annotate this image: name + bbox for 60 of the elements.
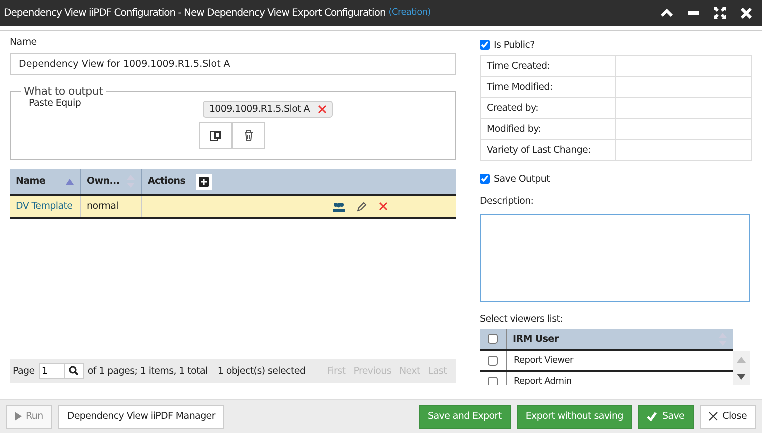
info-label: Time Created: bbox=[481, 56, 616, 76]
column-header[interactable]: Name bbox=[10, 169, 81, 194]
table-cell: normal bbox=[81, 196, 142, 217]
field-label: Paste Equip bbox=[29, 98, 82, 111]
page-label: Page bbox=[13, 366, 35, 376]
fullscreen-icon[interactable] bbox=[714, 7, 726, 19]
collapse-icon[interactable] bbox=[661, 8, 673, 18]
delete-button[interactable] bbox=[232, 122, 266, 149]
table-row[interactable]: DV Template normal bbox=[10, 196, 456, 219]
name-link[interactable]: DV Template bbox=[10, 196, 81, 217]
name-field[interactable]: Dependency View for 1009.1009.R1.5.Slot A bbox=[10, 53, 456, 75]
mode-label: (Creation) bbox=[388, 8, 431, 18]
close-icon bbox=[708, 412, 718, 421]
description-field[interactable] bbox=[480, 214, 750, 302]
group-legend: What to output bbox=[21, 85, 106, 98]
tag-text: 1009.1009.R1.5.Slot A bbox=[209, 104, 310, 115]
select-all-checkbox[interactable] bbox=[488, 334, 498, 344]
footer-button[interactable]: Close bbox=[700, 404, 756, 428]
checkmark-icon bbox=[647, 412, 658, 421]
page-field[interactable]: 1 bbox=[38, 363, 65, 379]
page-summary: of 1 pages; 1 items, 1 total bbox=[88, 366, 208, 376]
window-title: Dependency View iiPDF Configuration - New Dependency View Export Configuration bbox=[4, 8, 386, 18]
info-label: Time Modified: bbox=[481, 77, 616, 97]
close-icon[interactable] bbox=[741, 8, 752, 18]
table-cell-text: Report Admin bbox=[513, 376, 572, 385]
field-label: Name bbox=[10, 37, 38, 48]
remove-icon[interactable] bbox=[318, 105, 327, 114]
checkbox[interactable] bbox=[480, 174, 490, 184]
add-icon[interactable] bbox=[196, 174, 212, 190]
field-label: Select viewers list: bbox=[480, 314, 564, 325]
row-checkbox[interactable] bbox=[488, 376, 498, 385]
checkbox-label: Is Public? bbox=[494, 40, 535, 50]
users-icon[interactable] bbox=[333, 202, 345, 212]
paste-button[interactable] bbox=[199, 122, 232, 149]
column-header[interactable]: Actions bbox=[142, 169, 456, 194]
selection-count: 1 object(s) selected bbox=[218, 366, 306, 376]
edit-icon[interactable] bbox=[357, 202, 367, 212]
column-title: Own... bbox=[87, 176, 120, 187]
row-checkbox[interactable] bbox=[488, 356, 498, 366]
checkbox-label: Save Output bbox=[494, 174, 550, 184]
column-title: Name bbox=[16, 176, 46, 187]
scroll-down-icon[interactable] bbox=[737, 374, 746, 380]
checkbox[interactable] bbox=[480, 40, 490, 50]
paste-icon bbox=[210, 130, 222, 142]
search-button[interactable] bbox=[64, 363, 84, 379]
play-icon bbox=[15, 412, 22, 421]
scrollbar[interactable] bbox=[733, 351, 750, 385]
table-cell-text: Report Viewer bbox=[513, 354, 574, 368]
info-label: Modified by: bbox=[481, 119, 616, 139]
info-label: Created by: bbox=[481, 98, 616, 118]
column-title: Actions bbox=[148, 176, 186, 187]
delete-icon[interactable] bbox=[379, 202, 388, 211]
info-label: Variety of Last Change: bbox=[481, 140, 616, 160]
trash-icon bbox=[244, 130, 254, 142]
search-icon bbox=[68, 366, 79, 376]
column-header[interactable]: Own... bbox=[81, 169, 142, 194]
sort-ascending-icon bbox=[66, 178, 74, 184]
footer-button[interactable]: Dependency View iiPDF Manager bbox=[58, 404, 224, 428]
field-label: Description: bbox=[480, 196, 535, 207]
column-title: IRM User bbox=[513, 334, 559, 344]
